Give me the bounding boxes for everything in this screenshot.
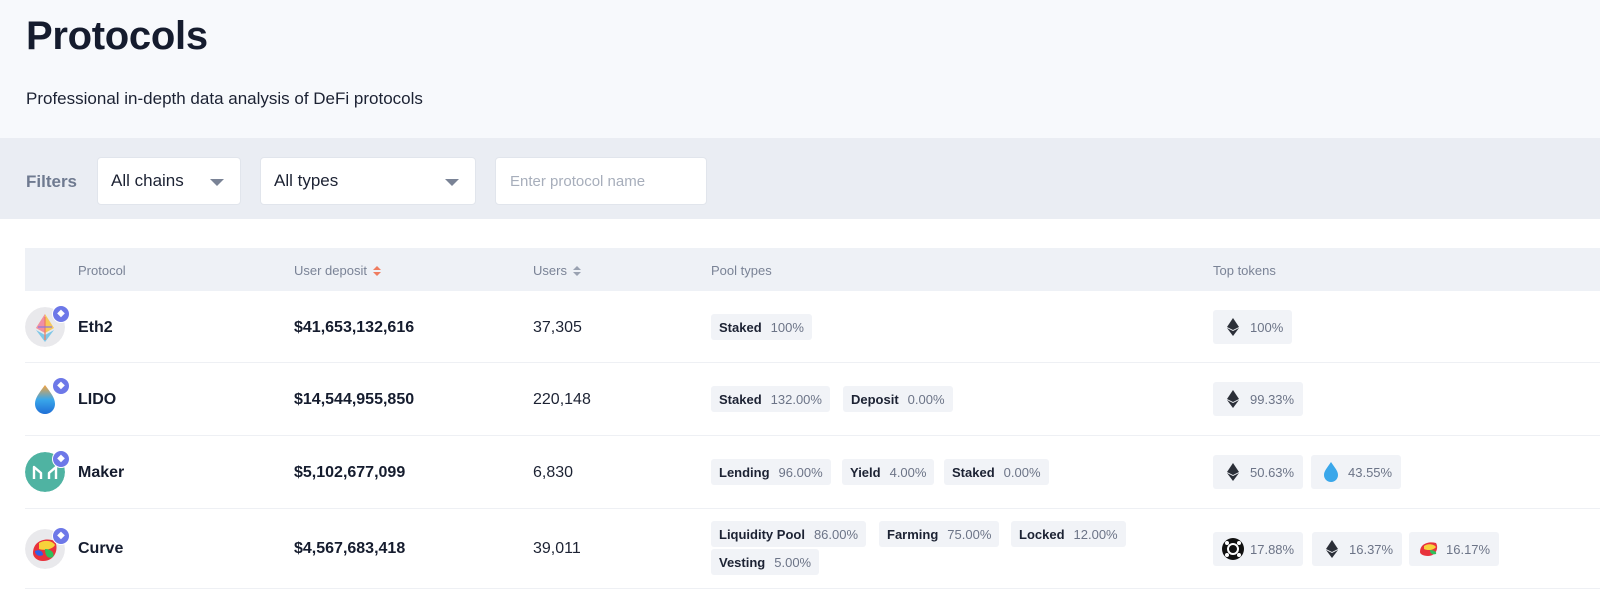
ethereum-chain-icon: ◆ <box>52 377 70 395</box>
sort-icon[interactable] <box>572 265 581 276</box>
chevron-down-icon <box>210 179 224 186</box>
column-header-protocol: Protocol <box>78 263 126 278</box>
pool-type-chip: Staked 0.00% <box>944 459 1049 485</box>
pool-type-chip: Liquidity Pool 86.00% <box>711 521 867 547</box>
users-count: 39,011 <box>533 540 581 557</box>
pool-type-chip: Locked 12.00% <box>1011 521 1126 547</box>
ethereum-chain-icon: ◆ <box>52 527 70 545</box>
eth-icon <box>1222 388 1244 410</box>
table-row[interactable]: ◆ LIDO $14,544,955,850 220,148 Staked 132… <box>25 363 1600 436</box>
crv-icon <box>1418 538 1440 560</box>
pool-type-chip: Farming 75.00% <box>879 521 1000 547</box>
table-row[interactable]: ◆ Eth2 $41,653,132,616 37,305 Staked 100%… <box>25 291 1600 363</box>
column-header-users[interactable]: Users <box>533 263 581 278</box>
eth-icon <box>1222 461 1244 483</box>
token-chip: 100% <box>1213 310 1293 344</box>
column-header-top-tokens: Top tokens <box>1213 263 1276 278</box>
user-deposit-value: $14,544,955,850 <box>294 391 415 408</box>
token-chip: 43.55% <box>1311 455 1402 489</box>
pool-type-chip: Deposit 0.00% <box>843 386 953 412</box>
eth-icon <box>1222 316 1244 338</box>
chevron-down-icon <box>445 179 459 186</box>
token-chip: 17.88% <box>1213 532 1304 566</box>
token-chip: 16.17% <box>1409 532 1500 566</box>
table-row[interactable]: ◆ Curve $4,567,683,418 39,011 Liquidity … <box>25 509 1600 589</box>
page-header <box>0 0 1600 138</box>
tricrypto-icon <box>1222 538 1244 560</box>
ethereum-chain-icon: ◆ <box>52 450 70 468</box>
type-select[interactable]: All types <box>260 157 476 205</box>
steth-icon <box>1320 461 1342 483</box>
token-chip: 99.33% <box>1213 382 1304 416</box>
table-row[interactable]: ◆ Maker $5,102,677,099 6,830 Lending 96.0… <box>25 436 1600 509</box>
protocol-name[interactable]: Eth2 <box>78 319 113 337</box>
pool-type-chip: Vesting 5.00% <box>711 549 820 575</box>
column-header-pool-types: Pool types <box>711 263 772 278</box>
page-title: Protocols <box>26 14 208 58</box>
token-chip: 16.37% <box>1312 532 1403 566</box>
users-count: 220,148 <box>533 391 591 408</box>
token-chip: 50.63% <box>1213 455 1304 489</box>
page-subtitle: Professional in-depth data analysis of D… <box>26 89 423 108</box>
eth-icon <box>1321 538 1343 560</box>
users-count: 37,305 <box>533 319 582 336</box>
chain-select-value: All chains <box>111 171 184 190</box>
ethereum-chain-icon: ◆ <box>52 305 70 323</box>
protocol-name[interactable]: Maker <box>78 464 124 482</box>
user-deposit-value: $4,567,683,418 <box>294 540 406 557</box>
column-header-deposit[interactable]: User deposit <box>294 263 381 278</box>
pool-type-chip: Staked 132.00% <box>711 386 830 412</box>
protocol-name[interactable]: LIDO <box>78 391 116 409</box>
table-header <box>25 248 1600 291</box>
type-select-value: All types <box>274 171 339 190</box>
filters-label: Filters <box>26 172 78 191</box>
chain-select[interactable]: All chains <box>97 157 241 205</box>
protocol-name[interactable]: Curve <box>78 540 123 558</box>
sort-icon[interactable] <box>372 265 381 276</box>
pool-type-chip: Yield 4.00% <box>842 459 935 485</box>
pool-type-chip: Lending 96.00% <box>711 459 831 485</box>
pool-type-chip: Staked 100% <box>711 314 812 340</box>
protocol-search-input[interactable] <box>495 157 707 205</box>
user-deposit-value: $5,102,677,099 <box>294 464 406 481</box>
user-deposit-value: $41,653,132,616 <box>294 319 415 336</box>
users-count: 6,830 <box>533 464 574 481</box>
